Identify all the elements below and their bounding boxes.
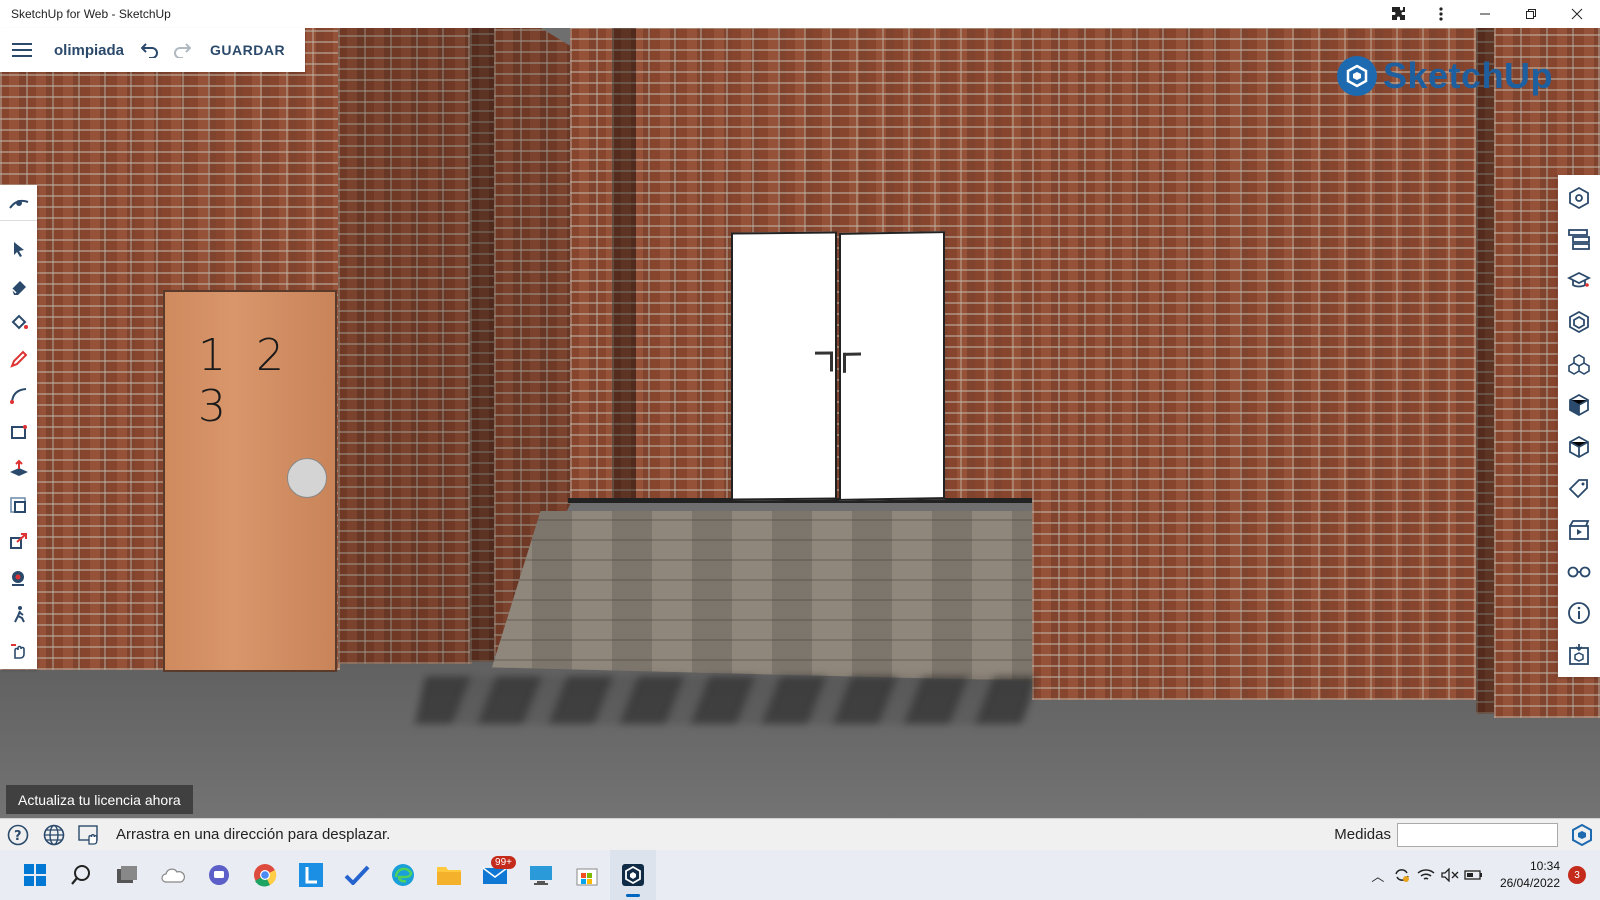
restore-button[interactable] (1508, 0, 1554, 28)
door-handle-right (843, 352, 861, 373)
globe-icon[interactable] (36, 819, 72, 851)
3d-warehouse-icon[interactable] (1558, 634, 1600, 676)
file-explorer-icon[interactable] (426, 850, 472, 900)
rectangle-icon[interactable] (0, 414, 37, 451)
eraser-icon[interactable] (0, 268, 37, 305)
window-title: SketchUp for Web - SketchUp (11, 7, 171, 21)
floor-shadow (414, 676, 1036, 724)
close-button[interactable] (1554, 0, 1600, 28)
show-hidden-icons-icon[interactable]: ︿ (1366, 850, 1390, 900)
minimize-button[interactable] (1462, 0, 1508, 28)
arc-icon[interactable] (0, 377, 37, 414)
left-toolbar (0, 185, 37, 669)
left-pillar (338, 28, 472, 664)
hamburger-icon (12, 43, 32, 57)
chrome-icon[interactable] (242, 850, 288, 900)
svg-text:?: ? (14, 829, 22, 844)
door-knob (287, 458, 327, 498)
wifi-icon[interactable] (1414, 850, 1438, 900)
clock-time: 10:34 (1529, 859, 1560, 873)
remote-desktop-icon[interactable] (518, 850, 564, 900)
measurements-input[interactable] (1397, 822, 1558, 847)
more-options-icon[interactable] (1420, 0, 1462, 28)
scenes-icon[interactable] (1558, 426, 1600, 468)
sketchup-status-icon (1564, 819, 1600, 851)
measurements-label: Medidas (1334, 826, 1391, 843)
save-button[interactable]: GUARDAR (198, 42, 285, 58)
styles-icon[interactable] (1558, 385, 1600, 427)
select-icon[interactable] (0, 231, 37, 268)
todo-icon[interactable] (334, 850, 380, 900)
components-icon[interactable] (1558, 302, 1600, 344)
onedrive-icon[interactable] (150, 850, 196, 900)
volume-muted-icon[interactable] (1438, 850, 1462, 900)
system-tray: ︿ 10:34 26/04/2022 3 (1366, 850, 1600, 900)
extensions-icon[interactable] (1378, 0, 1420, 28)
model-viewport[interactable]: 1 2 3 SketchUp (0, 28, 1600, 818)
upgrade-license-button[interactable]: Actualiza tu licencia ahora (6, 785, 193, 814)
teams-chat-icon[interactable] (196, 850, 242, 900)
double-door (731, 231, 949, 501)
pan-icon[interactable] (0, 633, 37, 670)
sketchup-taskbar-icon[interactable] (610, 850, 656, 900)
orbit-icon[interactable] (0, 185, 37, 221)
alcove-floor (492, 511, 1032, 681)
door-leaf-right (839, 231, 945, 501)
sketchup-logo-icon (1337, 56, 1377, 96)
search-icon[interactable] (58, 850, 104, 900)
notification-badge[interactable]: 3 (1568, 866, 1586, 884)
entity-info-icon[interactable] (1558, 177, 1600, 219)
alcove-column-front (612, 28, 636, 502)
scale-icon[interactable] (0, 523, 37, 560)
app-l-icon[interactable] (288, 850, 334, 900)
right-wall (1032, 28, 1478, 700)
battery-icon[interactable] (1462, 850, 1486, 900)
document-name[interactable]: olimpiada (44, 42, 134, 59)
info-icon[interactable] (1558, 592, 1600, 634)
push-pull-icon[interactable] (0, 450, 37, 487)
right-pillar-edge (1476, 28, 1494, 714)
instructor-icon[interactable] (1558, 260, 1600, 302)
door-handle-left (815, 351, 833, 372)
offset-icon[interactable] (0, 487, 37, 524)
wooden-door: 1 2 3 (163, 290, 337, 672)
undo-icon[interactable] (134, 28, 166, 72)
status-hint: Arrastra en una dirección para desplazar… (116, 826, 391, 843)
document-bar: olimpiada GUARDAR (0, 28, 305, 72)
right-panel-toolbar (1558, 175, 1600, 677)
position-camera-icon[interactable] (0, 560, 37, 597)
door-number: 1 2 3 (198, 330, 292, 432)
pencil-icon[interactable] (0, 341, 37, 378)
sync-icon[interactable] (1390, 850, 1414, 900)
walk-icon[interactable] (0, 596, 37, 633)
clock[interactable]: 10:34 26/04/2022 (1486, 858, 1568, 892)
display-icon[interactable] (1558, 551, 1600, 593)
windows-taskbar: 99+ ︿ 10:34 26/04/2022 3 (0, 850, 1600, 900)
left-pillar-side (470, 28, 494, 662)
mail-badge: 99+ (491, 856, 516, 869)
title-bar: SketchUp for Web - SketchUp (0, 0, 1600, 28)
edge-icon[interactable] (380, 850, 426, 900)
windows-start-icon[interactable] (12, 850, 58, 900)
status-bar: ? Arrastra en una dirección para desplaz… (0, 818, 1600, 850)
door-leaf-left (731, 231, 837, 501)
pan-tool-status-icon (72, 819, 108, 851)
redo-icon[interactable] (166, 28, 198, 72)
mail-icon[interactable]: 99+ (472, 850, 518, 900)
tags-icon[interactable] (1558, 468, 1600, 510)
sketchup-logo-text: SketchUp (1383, 55, 1554, 96)
animation-icon[interactable] (1558, 509, 1600, 551)
clock-date: 26/04/2022 (1499, 876, 1560, 890)
task-view-icon[interactable] (104, 850, 150, 900)
microsoft-store-icon[interactable] (564, 850, 610, 900)
menu-button[interactable] (0, 28, 44, 72)
paint-bucket-icon[interactable] (0, 304, 37, 341)
materials-icon[interactable] (1558, 343, 1600, 385)
sketchup-logo: SketchUp (1337, 55, 1553, 97)
help-icon[interactable]: ? (0, 819, 36, 851)
outliner-icon[interactable] (1558, 219, 1600, 261)
